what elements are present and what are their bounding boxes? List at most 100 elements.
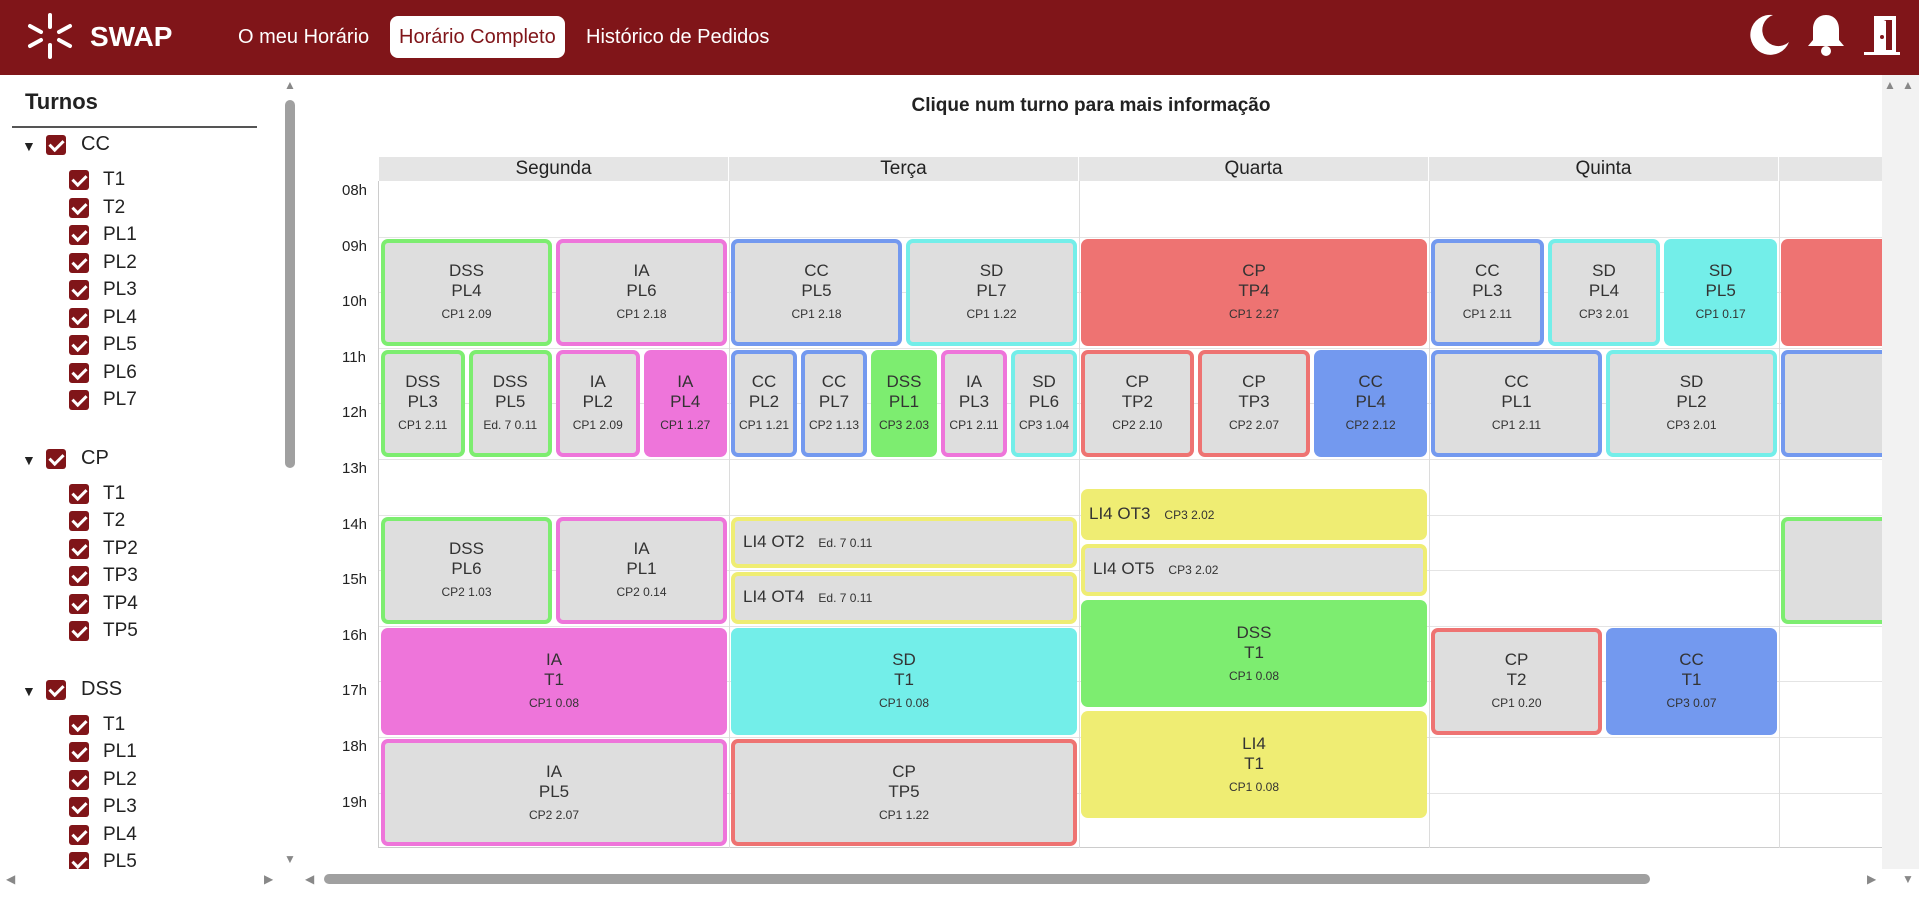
shift-block-cc-pl6[interactable]: CCPL6 CP2 2.01 [1781, 349, 1882, 457]
shift-block-cp-t1[interactable]: CPT1 CP2 0.02 [1781, 238, 1882, 346]
brand-name[interactable]: SWAP [90, 19, 172, 55]
shift-block-dss-pl3[interactable]: DSS PL3 CP1 2.11 [381, 349, 465, 457]
shift-block-li4-t1[interactable]: LI4 T1 CP1 0.08 [1081, 711, 1427, 819]
shift-item[interactable]: PL3 [0, 278, 200, 304]
shift-block-cp-tp2[interactable]: CP TP2 CP2 2.10 [1081, 349, 1194, 457]
nav-my-schedule[interactable]: O meu Horário [229, 16, 378, 58]
shift-block-cc-pl7[interactable]: CC PL7 CP2 1.13 [801, 349, 867, 457]
shift-block-sd-pl5[interactable]: SD PL5 CP1 0.17 [1664, 238, 1777, 346]
shift-block-cc-pl4[interactable]: CC PL4 CP2 2.12 [1314, 349, 1427, 457]
group-checkbox[interactable] [46, 448, 66, 469]
logout-door-icon[interactable] [1858, 12, 1904, 58]
shift-block-dss-t1[interactable]: DSS T1 CP1 0.08 [1081, 600, 1427, 708]
shift-item[interactable]: PL4 [0, 823, 200, 849]
shift-block-cp-tp5[interactable]: CP TP5 CP1 1.22 [731, 739, 1077, 847]
shift-block-ia-pl3[interactable]: IA PL3 CP1 2.11 [941, 349, 1007, 457]
shift-checkbox[interactable] [69, 170, 89, 190]
shift-block-cp-tp3[interactable]: CP TP3 CP2 2.07 [1197, 349, 1311, 457]
shift-item[interactable]: T1 [0, 713, 200, 739]
shift-item[interactable]: PL5 [0, 333, 200, 359]
group-checkbox[interactable] [46, 679, 66, 700]
shift-checkbox[interactable] [69, 362, 89, 383]
scroll-left-arrow-icon[interactable]: ◀ [6, 872, 15, 886]
shift-block-li4-ot3[interactable]: LI4 OT3 CP3 2.02 [1081, 488, 1427, 541]
shift-item[interactable]: T1 [0, 168, 200, 194]
shift-block-li4-ot2[interactable]: LI4 OT2 Ed. 7 0.11 [731, 516, 1077, 569]
shift-item[interactable]: T2 [0, 509, 200, 535]
shift-block-ia-pl6[interactable]: IA PL6 CP1 2.18 [556, 238, 727, 346]
shift-item[interactable]: PL2 [0, 251, 200, 277]
shift-checkbox[interactable] [69, 335, 89, 355]
shift-checkbox[interactable] [69, 280, 89, 300]
main-scroll-right-arrow-icon[interactable]: ▶ [1867, 872, 1876, 886]
nav-request-history[interactable]: Histórico de Pedidos [577, 16, 778, 58]
shift-item[interactable]: PL3 [0, 795, 200, 821]
shift-checkbox[interactable] [69, 390, 89, 410]
shift-block-sd-pl4[interactable]: SD PL4 CP3 2.01 [1547, 238, 1661, 346]
shift-checkbox[interactable] [69, 225, 89, 245]
shift-item[interactable]: TP2 [0, 537, 200, 563]
shift-block-sd-t1[interactable]: SD T1 CP1 0.08 [731, 627, 1077, 735]
shift-block-dss-pl1[interactable]: DSS PL1 CP3 2.03 [871, 349, 937, 457]
shift-item[interactable]: PL1 [0, 223, 200, 249]
bell-icon[interactable] [1803, 12, 1849, 58]
shift-checkbox[interactable] [69, 197, 89, 218]
main-scroll-up-arrow-icon-2[interactable]: ▲ [1902, 78, 1914, 92]
shift-item[interactable]: PL5 [0, 850, 200, 869]
shift-item[interactable]: PL6 [0, 361, 200, 387]
shift-block-cc-pl5[interactable]: CC PL5 CP1 2.18 [731, 238, 902, 346]
main-scroll-up-arrow-icon[interactable]: ▲ [1884, 78, 1896, 92]
shift-block-cp-tp4[interactable]: CP TP4 CP1 2.27 [1081, 238, 1427, 346]
shift-block-dss-pl6[interactable]: DSS PL6 CP2 1.03 [381, 516, 552, 624]
shift-checkbox[interactable] [69, 307, 89, 328]
shift-block-sd-pl6[interactable]: SD PL6 CP3 1.04 [1011, 349, 1077, 457]
shift-item[interactable]: T2 [0, 196, 200, 222]
shift-checkbox[interactable] [69, 252, 89, 273]
shift-block-li4-ot5[interactable]: LI4 OT5 CP3 2.02 [1081, 544, 1427, 596]
shift-item[interactable]: PL2 [0, 768, 200, 794]
shift-block-cc-pl3[interactable]: CC PL3 CP1 2.11 [1431, 238, 1544, 346]
scroll-right-arrow-icon[interactable]: ▶ [264, 872, 273, 886]
shift-block-event[interactable] [1781, 516, 1882, 624]
shift-checkbox[interactable] [69, 483, 89, 504]
shift-item[interactable]: TP4 [0, 592, 200, 618]
caret-down-icon[interactable]: ▼ [22, 138, 36, 154]
shift-block-sd-pl7[interactable]: SD PL7 CP1 1.22 [906, 238, 1077, 346]
shift-block-ia-pl4[interactable]: IA PL4 CP1 1.27 [643, 349, 727, 457]
shift-block-ia-t1[interactable]: IA T1 CP1 0.08 [381, 627, 727, 735]
shift-block-li4-ot4[interactable]: LI4 OT4 Ed. 7 0.11 [731, 572, 1077, 624]
moon-icon[interactable] [1746, 12, 1792, 58]
nav-full-schedule[interactable]: Horário Completo [390, 16, 565, 58]
shift-item[interactable]: PL4 [0, 306, 200, 332]
main-scroll-left-arrow-icon[interactable]: ◀ [305, 872, 314, 886]
shift-block-dss-pl4[interactable]: DSS PL4 CP1 2.09 [381, 238, 552, 346]
shift-item[interactable]: PL7 [0, 388, 200, 414]
shift-checkbox[interactable] [69, 852, 89, 869]
shift-block-ia-pl5[interactable]: IA PL5 CP2 2.07 [381, 739, 727, 847]
shift-block-cc-pl2[interactable]: CC PL2 CP1 1.21 [731, 349, 797, 457]
shift-block-sd-pl2[interactable]: SD PL2 CP3 2.01 [1606, 349, 1777, 457]
shift-checkbox[interactable] [69, 538, 89, 559]
shift-checkbox[interactable] [69, 824, 89, 845]
shift-checkbox[interactable] [69, 621, 89, 641]
main-scroll-down-arrow-icon[interactable]: ▼ [1902, 872, 1914, 886]
caret-down-icon[interactable]: ▼ [22, 683, 36, 699]
shift-item[interactable]: PL1 [0, 740, 200, 766]
scroll-up-arrow-icon[interactable]: ▲ [284, 78, 296, 92]
shift-block-ia-pl1[interactable]: IA PL1 CP2 0.14 [556, 516, 727, 624]
scroll-down-arrow-icon[interactable]: ▼ [284, 852, 296, 866]
shift-checkbox[interactable] [69, 566, 89, 586]
main-scrollbar[interactable] [1882, 75, 1919, 869]
shift-item[interactable]: T1 [0, 482, 200, 508]
shift-item[interactable]: TP3 [0, 564, 200, 590]
shift-checkbox[interactable] [69, 797, 89, 817]
sidebar-horizontal-scrollbar[interactable] [0, 869, 280, 887]
shift-block-ia-pl2[interactable]: IA PL2 CP1 2.09 [556, 349, 640, 457]
sidebar-scrollbar-thumb[interactable] [285, 100, 295, 468]
group-checkbox[interactable] [46, 135, 66, 155]
shift-item[interactable]: TP5 [0, 619, 200, 645]
shift-checkbox[interactable] [69, 742, 89, 762]
shift-checkbox[interactable] [69, 511, 89, 531]
shift-checkbox[interactable] [69, 769, 89, 790]
shift-block-cp-t2[interactable]: CP T2 CP1 0.20 [1431, 627, 1602, 735]
